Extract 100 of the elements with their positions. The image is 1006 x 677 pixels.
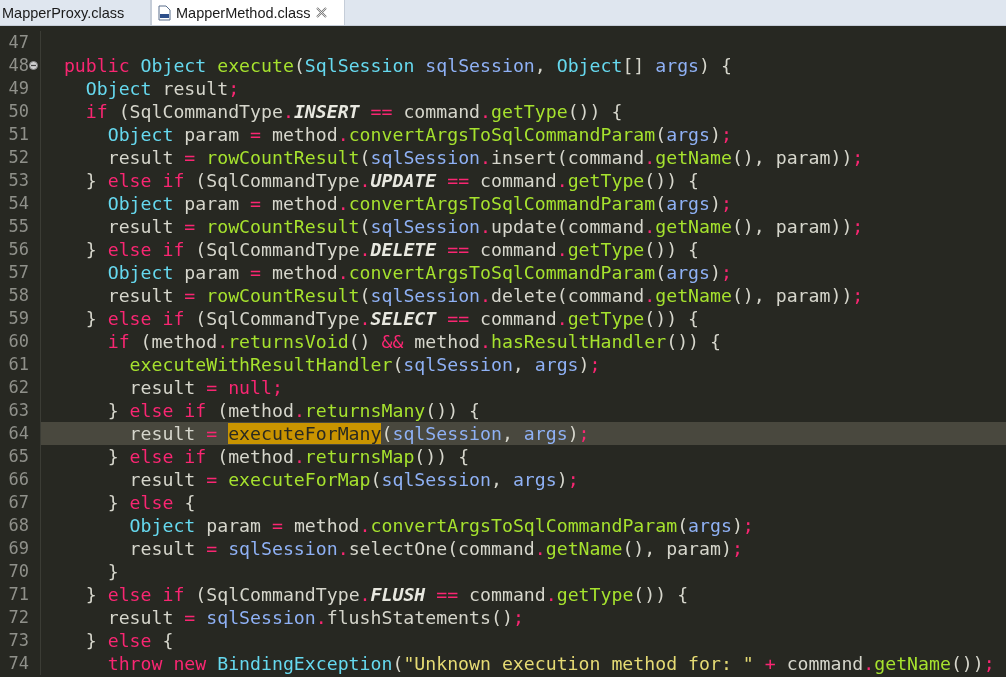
code-text: ) (710, 124, 721, 145)
code-text: ) (710, 193, 721, 214)
parameter-name: args (534, 354, 579, 375)
fold-icon[interactable] (29, 61, 38, 70)
tab-label: MapperMethod.class (176, 4, 311, 21)
line-number: 61 (7, 353, 29, 376)
operator: . (359, 239, 371, 260)
operator: = (184, 607, 196, 628)
code-text: } (107, 400, 119, 421)
operator: = (250, 262, 261, 283)
code-text: } (85, 630, 97, 651)
code-text: [] (622, 55, 645, 76)
parameter-name: sqlSession (228, 538, 338, 559)
operator: ; (742, 515, 754, 536)
operator: . (534, 538, 546, 559)
code-text: ) (578, 354, 590, 375)
line-number: 68 (7, 514, 29, 537)
code-text: } (107, 446, 119, 467)
code-text: ()) { (644, 239, 700, 260)
method-name: getType (491, 101, 568, 122)
code-text: method (293, 515, 360, 536)
constant-name: FLUSH (370, 584, 426, 605)
method-name: returnsMap (304, 446, 415, 467)
line-number: 48 (7, 54, 29, 77)
method-name: execute (217, 55, 294, 76)
code-text: (), param) (622, 538, 732, 559)
keyword: else (107, 630, 152, 651)
line-number: 64 (7, 422, 29, 445)
code-text: result (129, 423, 196, 444)
method-name: returnsVoid (228, 331, 349, 352)
operator: = (184, 285, 196, 306)
operator: ; (983, 653, 995, 674)
keyword: else if (129, 446, 207, 467)
operator: = (184, 216, 196, 237)
operator: . (644, 285, 656, 306)
operator: . (359, 515, 371, 536)
parameter-name: sqlSession (425, 55, 535, 76)
code-text: result (107, 147, 174, 168)
line-number: 52 (7, 146, 29, 169)
code-text: ) (731, 515, 743, 536)
line-number: 51 (7, 123, 29, 146)
keyword: else if (107, 308, 185, 329)
constant-name: DELETE (370, 239, 437, 260)
line-number: 59 (7, 307, 29, 330)
code-text: ) (710, 262, 721, 283)
operator: . (337, 124, 349, 145)
line-number: 70 (7, 560, 29, 583)
operator: . (480, 147, 491, 168)
code-text: ) { (699, 55, 732, 76)
code-text: param (184, 124, 240, 145)
keyword: if (107, 331, 130, 352)
operator: . (644, 147, 656, 168)
line-number: 71 (7, 583, 29, 606)
line-number: 53 (7, 169, 29, 192)
code-text: ()) { (414, 446, 470, 467)
line-number: 67 (7, 491, 29, 514)
code-text: (method (217, 446, 294, 467)
code-text: result (129, 377, 196, 398)
line-number: 47 (7, 31, 29, 54)
parameter-name: sqlSession (370, 216, 481, 237)
code-text: ( (655, 124, 667, 145)
code-text: param (184, 193, 240, 214)
code-text: command (480, 239, 557, 260)
operator: = (206, 538, 218, 559)
code-text: result (107, 216, 174, 237)
code-text: ( (381, 423, 393, 444)
keyword: if (85, 101, 108, 122)
code-text: , (501, 423, 513, 444)
code-text: ()) { (644, 170, 700, 191)
operator: . (556, 239, 568, 260)
code-text: ()) { (644, 308, 700, 329)
line-number: 62 (7, 376, 29, 399)
constant-name: INSERT (293, 101, 360, 122)
tab-label: MapperProxy.class (2, 4, 125, 21)
code-text: } (107, 561, 119, 582)
editor-tab[interactable]: MapperMethod.class (151, 0, 345, 25)
type-name: Object (556, 55, 623, 76)
method-name: getName (655, 216, 732, 237)
operator: == (436, 584, 459, 605)
parameter-name: args (688, 515, 732, 536)
operator: ; (720, 193, 732, 214)
code-text: ( (359, 216, 371, 237)
operator: == (370, 101, 393, 122)
close-icon[interactable] (315, 7, 327, 18)
method-name: executeForMap (228, 469, 371, 490)
line-number: 49 (7, 77, 29, 100)
operator: . (337, 193, 349, 214)
code-text: { (184, 492, 196, 513)
operator: ; (567, 469, 579, 490)
line-number: 56 (7, 238, 29, 261)
code-text: } (85, 170, 97, 191)
highlighted-occurrence: executeForMany (228, 423, 382, 444)
code-text: flushStatements() (326, 607, 513, 628)
operator: . (556, 170, 568, 191)
operator: . (217, 331, 229, 352)
line-number: 54 (7, 192, 29, 215)
code-text: (SqlCommandType (195, 170, 360, 191)
method-name: convertArgsToSqlCommandParam (370, 515, 678, 536)
operator: . (315, 607, 327, 628)
code-text: selectOne(command (348, 538, 535, 559)
